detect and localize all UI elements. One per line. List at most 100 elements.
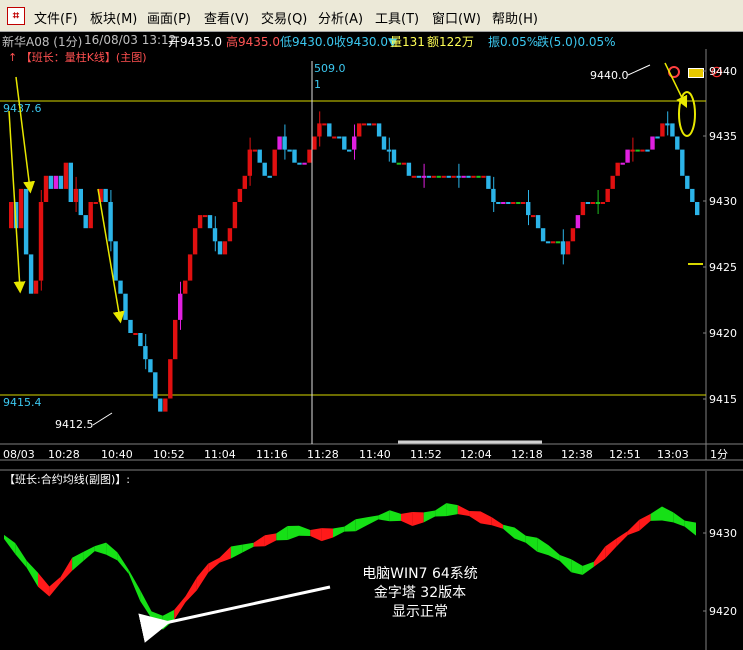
menu-window[interactable]: 窗口(W) xyxy=(432,8,481,27)
candle-bar xyxy=(585,202,591,204)
ribbon-segment xyxy=(276,526,288,541)
candle-bar xyxy=(322,123,327,126)
candle-bar xyxy=(207,215,213,229)
high-label-pointer xyxy=(627,64,651,76)
y-tick-label: 9435 xyxy=(709,130,737,143)
annotation-line: 电脑WIN7 64系统 xyxy=(362,566,478,582)
candle-bar xyxy=(312,136,317,150)
candle-bar xyxy=(83,215,88,229)
candle-bar xyxy=(113,241,118,281)
candle-bar xyxy=(615,162,620,176)
menu-trade[interactable]: 交易(Q) xyxy=(261,8,307,27)
candle-bar xyxy=(361,123,367,126)
ribbon-segment xyxy=(435,503,447,517)
y-tick-label: 9440 xyxy=(709,65,737,78)
x-tick-label: 12:18 xyxy=(511,448,543,461)
candle-bar xyxy=(555,241,561,244)
candle-bar xyxy=(366,123,372,126)
low-label-pointer xyxy=(92,412,113,426)
contract-name: 新华A08 (1分) xyxy=(2,35,83,49)
x-tick-label: 11:52 xyxy=(410,448,442,461)
candle-bar xyxy=(396,162,402,165)
candle-bar xyxy=(570,228,576,242)
ribbon-segment xyxy=(310,528,322,542)
candle-bar xyxy=(371,123,377,126)
ma-ribbon xyxy=(4,503,696,630)
annotation-arrow xyxy=(8,110,26,294)
candle-bar xyxy=(28,254,34,294)
candle-bar xyxy=(521,202,526,204)
chart-area[interactable]: ↑ 【班长：量柱K线】(主图) 9440 9435 9430 9425 9420… xyxy=(0,49,743,650)
candle-bar xyxy=(133,333,138,335)
ribbon-segment xyxy=(49,576,61,597)
candle-bar xyxy=(406,162,412,176)
candle-bar xyxy=(287,149,292,152)
candle-bar xyxy=(655,136,660,139)
candles-group xyxy=(9,111,700,412)
menu-file[interactable]: 文件(F) xyxy=(34,8,78,27)
x-tick-label: 11:04 xyxy=(204,448,236,461)
x-tick-label: 10:28 xyxy=(48,448,80,461)
candle-bar xyxy=(590,202,595,204)
candle-bar xyxy=(685,175,690,189)
menu-view[interactable]: 查看(V) xyxy=(204,8,249,27)
ribbon-segment xyxy=(367,515,379,526)
candle-bar xyxy=(58,175,64,189)
candle-bar xyxy=(173,319,178,360)
high-price: 高9435.0 xyxy=(226,35,280,49)
candle-bar xyxy=(227,228,233,242)
ribbon-segment xyxy=(389,510,401,522)
candle-bar xyxy=(635,149,640,152)
candle-bar xyxy=(252,149,257,152)
candle-bar xyxy=(267,175,272,178)
candle-bar xyxy=(217,241,223,255)
ribbon-segment xyxy=(117,552,129,574)
candle-bar xyxy=(277,136,282,150)
candle-bar xyxy=(123,293,128,320)
menu-view-screen[interactable]: 画面(P) xyxy=(147,8,191,27)
menu-tools[interactable]: 工具(T) xyxy=(375,8,419,27)
menu-sector[interactable]: 板块(M) xyxy=(90,8,137,27)
app-logo-icon[interactable]: ⌗ xyxy=(7,7,25,25)
candle-bar xyxy=(103,188,108,202)
ribbon-segment xyxy=(242,542,254,553)
change-value: 跌(5.0)0.05% xyxy=(537,35,616,49)
ribbon-segment xyxy=(38,572,50,597)
candle-bar xyxy=(466,175,471,178)
candle-bar xyxy=(645,149,650,152)
candle-bar xyxy=(580,202,586,216)
menu-analysis[interactable]: 分析(A) xyxy=(318,8,363,27)
ribbon-segment xyxy=(94,542,107,555)
candle-bar xyxy=(197,215,203,229)
menu-bar: ⌗ 文件(F) 板块(M) 画面(P) 查看(V) 交易(Q) 分析(A) 工具… xyxy=(0,0,743,32)
y-tick-label: 9415 xyxy=(709,393,737,406)
candle-bar xyxy=(660,123,665,137)
candle-bar xyxy=(68,162,73,202)
candle-bar xyxy=(292,149,297,163)
candle-bar xyxy=(23,188,29,255)
candle-bar xyxy=(540,228,546,242)
candle-bar xyxy=(222,241,228,255)
candle-bar xyxy=(376,123,382,137)
low-label: 9412.5 xyxy=(55,418,94,431)
ribbon-segment xyxy=(253,535,265,547)
ribbon-segment xyxy=(174,596,186,620)
menu-help[interactable]: 帮助(H) xyxy=(492,8,538,27)
ribbon-segment xyxy=(662,506,674,523)
ribbon-segment xyxy=(106,542,118,561)
candle-bar xyxy=(431,175,436,178)
ribbon-segment xyxy=(639,513,651,531)
ribbon-segment xyxy=(548,545,560,561)
lower-level-label: 9415.4 xyxy=(3,396,42,409)
quote-status-line: 新华A08 (1分) 16/08/03 13:12 开9435.0 高9435.… xyxy=(0,32,743,81)
annotation-note: 电脑WIN7 64系统 金字塔 32版本 显示正常 xyxy=(355,565,485,622)
candle-bar xyxy=(18,188,24,229)
ribbon-segment xyxy=(162,609,175,630)
ribbon-segment xyxy=(571,559,583,575)
candle-bar xyxy=(516,202,521,204)
candle-bar xyxy=(680,149,685,176)
ribbon-segment xyxy=(525,535,538,552)
ribbon-segment xyxy=(208,557,220,573)
timeframe-label[interactable]: 1分 xyxy=(710,448,728,461)
ribbon-segment xyxy=(423,510,436,523)
